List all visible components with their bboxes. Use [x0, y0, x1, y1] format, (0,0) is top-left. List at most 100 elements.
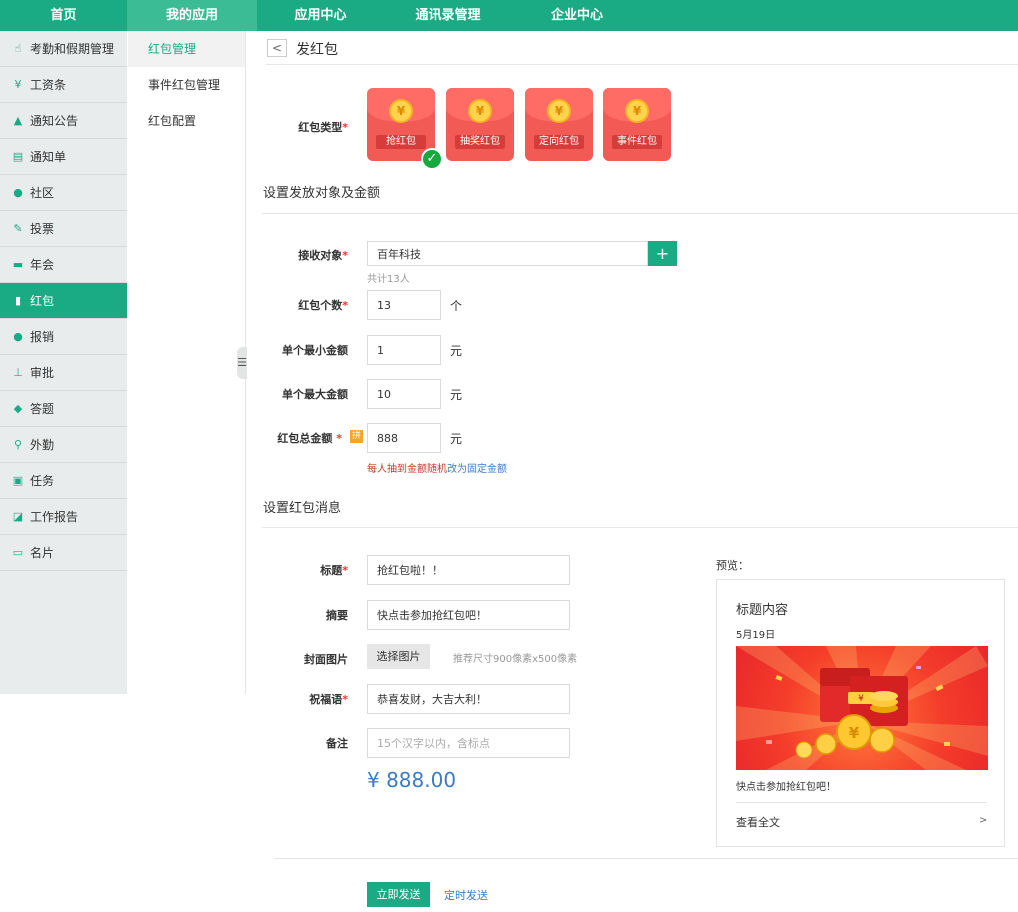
type-option-directed[interactable]: ¥ 定向红包: [525, 88, 593, 161]
nav-my-apps[interactable]: 我的应用: [127, 0, 257, 31]
sidebar-item-label: 考勤和假期管理: [30, 42, 115, 56]
sidebar-item-label: 审批: [30, 366, 55, 380]
submenu-red-packet-config[interactable]: 红包配置: [128, 103, 245, 139]
sidebar-item-quiz[interactable]: ◆ 答题: [0, 391, 127, 427]
sidebar-item-notice[interactable]: ▤ 通知单: [0, 139, 127, 175]
approval-icon: ⊥: [13, 366, 23, 379]
sidebar-item-label: 年会: [30, 258, 55, 272]
nav-home[interactable]: 首页: [0, 0, 127, 31]
sidebar-item-vote[interactable]: ✎ 投票: [0, 211, 127, 247]
summary-input[interactable]: [367, 600, 570, 630]
coin-icon: ¥: [547, 99, 571, 123]
cover-hint: 推荐尺寸900像素x500像素: [453, 654, 578, 665]
sidebar-item-community[interactable]: ● 社区: [0, 175, 127, 211]
summary-label: 摘要: [326, 609, 348, 622]
preview-title: 标题内容: [736, 603, 789, 618]
reimburse-icon: ●: [13, 330, 23, 343]
count-label: 红包个数*: [298, 299, 348, 312]
svg-text:¥: ¥: [858, 694, 864, 704]
sidebar-item-label: 外勤: [30, 438, 55, 452]
svg-text:¥: ¥: [849, 724, 860, 742]
vote-icon: ✎: [13, 222, 23, 235]
report-icon: ◪: [12, 510, 24, 523]
attendance-icon: ☝: [14, 42, 22, 55]
title-label-text: 标题: [320, 564, 343, 577]
total-label-text: 红包总金额: [277, 432, 333, 445]
send-now-button[interactable]: 立即发送: [367, 882, 430, 907]
sidebar-item-label: 工作报告: [30, 510, 79, 524]
packet-count-input[interactable]: [367, 290, 441, 320]
receiver-input[interactable]: [367, 241, 648, 266]
remark-input[interactable]: [367, 728, 570, 758]
min-amount-input[interactable]: [367, 335, 441, 365]
quiz-icon: ◆: [13, 402, 23, 415]
sub-menu: 红包管理 事件红包管理 红包配置: [128, 31, 246, 694]
sidebar-item-task[interactable]: ▣ 任务: [0, 463, 127, 499]
sidebar-item-business-card[interactable]: ▭ 名片: [0, 535, 127, 571]
receiver-count: 共计13人: [367, 274, 410, 285]
blessing-label-text: 祝福语: [309, 693, 343, 706]
sidebar-item-announcement[interactable]: ▲ 通知公告: [0, 103, 127, 139]
nav-enterprise[interactable]: 企业中心: [512, 0, 642, 31]
sidebar: ☝ 考勤和假期管理 ¥ 工资条 ▲ 通知公告 ▤ 通知单 ● 社区 ✎ 投票 ▬ 年会 ▮ 红包…: [0, 31, 127, 694]
sidebar-item-label: 答题: [30, 402, 55, 416]
sidebar-item-label: 通知单: [30, 150, 67, 164]
sidebar-item-label: 通知公告: [30, 114, 79, 128]
type-option-event[interactable]: ¥ 事件红包: [603, 88, 671, 161]
read-all-link[interactable]: 查看全文: [736, 814, 780, 830]
chevron-right-icon: >: [979, 815, 988, 826]
sidebar-item-label: 报销: [30, 330, 55, 344]
sidebar-item-work-report[interactable]: ◪ 工作报告: [0, 499, 127, 535]
task-icon: ▣: [12, 474, 24, 487]
type-label: 红包类型*: [298, 121, 348, 134]
type-option-lottery[interactable]: ¥ 抽奖红包: [446, 88, 514, 161]
sidebar-item-label: 任务: [30, 474, 55, 488]
sidebar-item-field-work[interactable]: ⚲ 外勤: [0, 427, 127, 463]
preview-summary: 快点击参加抢红包吧！: [736, 782, 836, 793]
red-packet-icon: ▮: [14, 294, 22, 307]
submenu-event-red-packet[interactable]: 事件红包管理: [128, 67, 245, 103]
sidebar-item-annual-meeting[interactable]: ▬ 年会: [0, 247, 127, 283]
choose-image-button[interactable]: 选择图片: [367, 644, 430, 669]
sidebar-item-approval[interactable]: ⊥ 审批: [0, 355, 127, 391]
total-unit: 元: [450, 432, 463, 446]
red-packet-illustration: ¥ ¥: [736, 646, 988, 770]
fixed-amount-link[interactable]: 改为固定金额: [447, 464, 507, 475]
schedule-send-link[interactable]: 定时发送: [444, 887, 488, 903]
sidebar-item-salary[interactable]: ¥ 工资条: [0, 67, 127, 103]
random-note-text: 每人抽到金额随机: [367, 464, 447, 475]
back-button[interactable]: <: [267, 39, 287, 57]
pin-badge-icon: 拼: [350, 430, 363, 443]
type-option-label: 定向红包: [534, 135, 584, 149]
coin-icon: ¥: [468, 99, 492, 123]
section-message: 设置红包消息: [263, 501, 342, 516]
remark-label: 备注: [326, 737, 348, 750]
type-label-text: 红包类型: [298, 121, 343, 134]
blessing-input[interactable]: [367, 684, 570, 714]
total-amount-input[interactable]: [367, 423, 441, 453]
max-amount-input[interactable]: [367, 379, 441, 409]
top-nav: 首页 我的应用 应用中心 通讯录管理 企业中心: [0, 0, 1018, 31]
preview-banner-image: ¥ ¥: [736, 646, 988, 770]
nav-app-center[interactable]: 应用中心: [257, 0, 384, 31]
type-option-label: 抢红包: [376, 135, 426, 149]
min-amount-label: 单个最小金额: [282, 344, 348, 357]
title-input[interactable]: [367, 555, 570, 585]
nav-contacts[interactable]: 通讯录管理: [384, 0, 512, 31]
sidebar-item-red-packet[interactable]: ▮ 红包: [0, 283, 127, 319]
sidebar-item-label: 社区: [30, 186, 55, 200]
sidebar-item-reimburse[interactable]: ● 报销: [0, 319, 127, 355]
divider: [274, 858, 1018, 859]
preview-card: 标题内容 5月19日 ¥ ¥ 快点击参加抢红包吧！ 查看全文 >: [716, 579, 1005, 847]
submenu-red-packet-manage[interactable]: 红包管理: [128, 31, 245, 67]
max-amount-label: 单个最大金额: [282, 388, 348, 401]
sidebar-item-attendance[interactable]: ☝ 考勤和假期管理: [0, 31, 127, 67]
collapse-menu-icon[interactable]: ☰: [237, 347, 247, 379]
sidebar-item-label: 名片: [30, 546, 55, 560]
random-note: 每人抽到金额随机改为固定金额: [367, 460, 507, 475]
coin-icon: ¥: [389, 99, 413, 123]
sidebar-item-label: 工资条: [30, 78, 67, 92]
divider: [736, 802, 987, 803]
add-receiver-button[interactable]: +: [648, 241, 677, 266]
preview-label: 预览：: [716, 559, 749, 572]
